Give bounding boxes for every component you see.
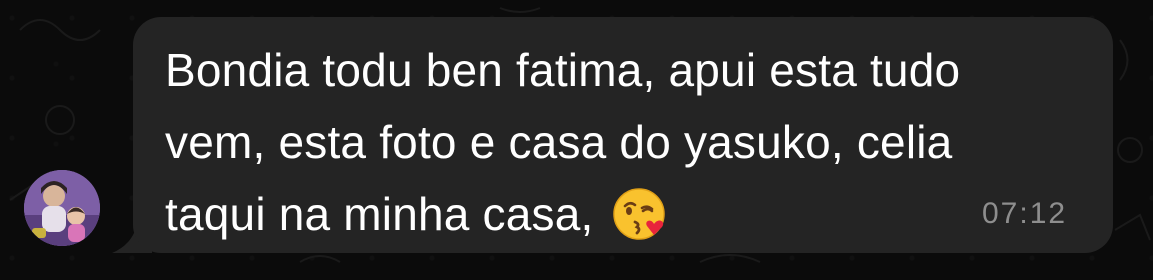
kissing-face-with-heart-emoji [612, 188, 665, 240]
message-line: Bondia todu ben fatima, apui esta tudo [165, 44, 961, 96]
sender-avatar[interactable] [24, 170, 100, 246]
message-line-text: taqui na minha casa, [165, 188, 594, 240]
message-timestamp: 07:12 [982, 197, 1068, 230]
message-line: vem, esta foto e casa do yasuko, celia [165, 116, 953, 168]
message-line-with-emoji: taqui na minha casa, [165, 178, 1065, 250]
message-text: Bondia todu ben fatima, apui esta tudo v… [165, 34, 1065, 250]
avatar-photo [24, 170, 100, 246]
